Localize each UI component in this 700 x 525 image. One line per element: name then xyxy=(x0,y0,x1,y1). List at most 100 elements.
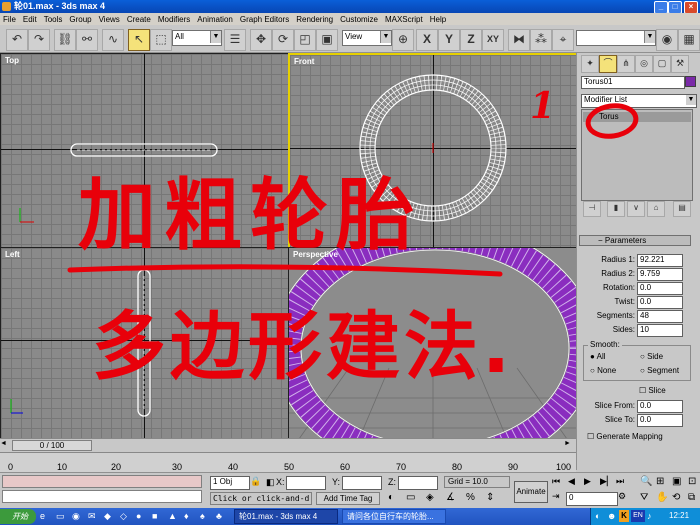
x-coord-field[interactable] xyxy=(286,476,326,490)
lock-selection-icon[interactable]: 🔒 xyxy=(250,476,261,487)
zoom-icon[interactable]: 🔍 xyxy=(640,476,652,487)
align-icon[interactable]: ⌖ xyxy=(552,29,574,51)
time-slider-thumb[interactable]: 0 / 100 xyxy=(12,440,92,451)
parameters-rollout-header[interactable]: − Parameters xyxy=(579,235,691,246)
quicklaunch-app-icon[interactable]: ▲ xyxy=(168,511,177,521)
axis-y-button[interactable]: Y xyxy=(438,29,460,51)
radius2-spinner[interactable]: 9.759 xyxy=(637,268,683,281)
pin-stack-icon[interactable]: ⊣ xyxy=(583,201,601,217)
percent-snap-icon[interactable]: % xyxy=(466,492,475,503)
play-icon[interactable]: ▶ xyxy=(584,476,591,487)
smooth-none-radio[interactable]: ○ None xyxy=(590,366,616,375)
time-slider[interactable]: ◄ 0 / 100 ► xyxy=(0,438,576,452)
absolute-mode-icon[interactable]: ◧ xyxy=(266,477,275,488)
menu-file[interactable]: File xyxy=(3,15,16,24)
reference-coordinate-dropdown[interactable]: View ▼ xyxy=(342,30,392,46)
start-button[interactable]: 开始 xyxy=(0,509,36,524)
menu-modifiers[interactable]: Modifiers xyxy=(158,15,190,24)
angle-snap-icon[interactable]: ∡ xyxy=(446,492,455,503)
next-frame-icon[interactable]: ► xyxy=(564,440,574,450)
quicklaunch-app-icon[interactable]: ■ xyxy=(152,511,157,521)
radius1-spinner[interactable]: 92.221 xyxy=(637,254,683,267)
show-end-result-icon[interactable]: ▮ xyxy=(607,201,625,217)
min-max-toggle-icon[interactable]: ⧉ xyxy=(688,492,695,503)
viewport-left[interactable]: Left xyxy=(0,247,290,440)
taskbar-item-3dsmax[interactable]: 轮01.max - 3ds max 4 xyxy=(234,509,338,524)
quicklaunch-mail-icon[interactable]: ✉ xyxy=(88,511,96,522)
mirror-icon[interactable]: ⧓ xyxy=(508,29,530,51)
animate-button[interactable]: Animate xyxy=(514,481,548,503)
zoom-extents-all-icon[interactable]: ⊡ xyxy=(688,476,696,487)
quicklaunch-app-icon[interactable]: ♣ xyxy=(216,511,222,521)
ime-icon[interactable]: K xyxy=(619,510,629,522)
display-tab-icon[interactable]: ▢ xyxy=(653,55,671,73)
arc-rotate-icon[interactable]: ⟲ xyxy=(672,492,680,503)
quicklaunch-desktop-icon[interactable]: ▭ xyxy=(56,511,65,522)
tray-icon[interactable]: ◐ xyxy=(595,511,600,521)
object-color-swatch[interactable] xyxy=(685,76,696,87)
fov-icon[interactable]: ⛛ xyxy=(640,492,648,503)
degradation-override-icon[interactable]: ▭ xyxy=(406,492,415,503)
rotation-spinner[interactable]: 0.0 xyxy=(637,282,683,295)
undo-icon[interactable]: ↶ xyxy=(6,29,28,51)
z-coord-field[interactable] xyxy=(398,476,438,490)
move-icon[interactable]: ✥ xyxy=(250,29,272,51)
menu-rendering[interactable]: Rendering xyxy=(296,15,333,24)
snap-toggle-icon[interactable]: ◈ xyxy=(426,492,434,503)
unlink-icon[interactable]: ⚯ xyxy=(76,29,98,51)
prev-frame-icon[interactable]: ◄ xyxy=(0,440,10,450)
motion-tab-icon[interactable]: ◎ xyxy=(635,55,653,73)
rotate-icon[interactable]: ⟳ xyxy=(272,29,294,51)
smooth-side-radio[interactable]: ○ Side xyxy=(640,352,663,361)
named-selection-dropdown[interactable]: ▼ xyxy=(576,30,656,46)
prev-key-icon[interactable]: ◀ xyxy=(568,476,575,487)
select-object-icon[interactable]: ↖ xyxy=(128,29,150,51)
spinner-snap-icon[interactable]: ⇕ xyxy=(486,492,494,503)
selection-filter-dropdown[interactable]: All ▼ xyxy=(172,30,222,46)
go-to-start-icon[interactable]: ⏮ xyxy=(552,476,560,487)
stack-item-torus[interactable]: Torus xyxy=(583,112,691,122)
hierarchy-tab-icon[interactable]: ⋔ xyxy=(617,55,635,73)
zoom-all-icon[interactable]: ⊞ xyxy=(656,476,664,487)
menu-maxscript[interactable]: MAXScript xyxy=(385,15,423,24)
render-icon[interactable]: ▦ xyxy=(678,29,700,51)
pan-icon[interactable]: ✋ xyxy=(656,492,668,503)
bind-spacewarp-icon[interactable]: ∿ xyxy=(102,29,124,51)
smooth-segment-radio[interactable]: ○ Segment xyxy=(640,366,679,375)
sides-spinner[interactable]: 10 xyxy=(637,324,683,337)
generate-mapping-checkbox[interactable]: ☐ Generate Mapping xyxy=(587,432,663,441)
axis-z-button[interactable]: Z xyxy=(460,29,482,51)
create-tab-icon[interactable]: ✦ xyxy=(581,55,599,73)
menu-animation[interactable]: Animation xyxy=(197,15,233,24)
time-configuration-icon[interactable]: ⚙ xyxy=(618,491,626,502)
key-mode-icon[interactable]: ⇥ xyxy=(552,491,560,502)
quicklaunch-ie-icon[interactable]: e xyxy=(40,511,45,521)
next-key-icon[interactable]: ▶▏ xyxy=(600,476,614,487)
segments-spinner[interactable]: 48 xyxy=(637,310,683,323)
viewport-perspective[interactable]: Perspective xyxy=(288,247,578,440)
maxscript-listener[interactable] xyxy=(2,475,202,488)
scale-icon[interactable]: ◰ xyxy=(294,29,316,51)
configure-sets-icon[interactable]: ▤ xyxy=(673,201,691,217)
menu-group[interactable]: Group xyxy=(69,15,91,24)
array-icon[interactable]: ⁂ xyxy=(530,29,552,51)
quicklaunch-media-icon[interactable]: ◉ xyxy=(72,511,80,522)
language-indicator[interactable]: EN xyxy=(631,510,645,522)
link-icon[interactable]: ⛓ xyxy=(54,29,76,51)
slice-checkbox[interactable]: ☐ Slice xyxy=(639,386,666,395)
select-region-icon[interactable]: ⬚ xyxy=(150,29,172,51)
y-coord-field[interactable] xyxy=(342,476,382,490)
menu-customize[interactable]: Customize xyxy=(340,15,378,24)
modify-tab-icon[interactable]: ⌒ xyxy=(599,55,617,73)
track-bar[interactable]: 0 10 20 30 40 50 60 70 80 90 100 xyxy=(0,452,576,472)
axis-xy-button[interactable]: XY xyxy=(482,29,504,51)
taskbar-item-browser[interactable]: 请问各位自行车的轮胎... xyxy=(342,509,446,524)
current-frame-field[interactable]: 0 xyxy=(566,492,618,506)
go-to-end-icon[interactable]: ⏭ xyxy=(616,476,624,487)
smooth-all-radio[interactable]: ● All xyxy=(590,352,606,361)
volume-icon[interactable]: ♪ xyxy=(647,511,652,521)
tray-icon[interactable]: ☻ xyxy=(607,511,616,521)
slice-to-spinner[interactable]: 0.0 xyxy=(637,414,683,427)
quicklaunch-app-icon[interactable]: ♠ xyxy=(200,511,205,521)
slice-from-spinner[interactable]: 0.0 xyxy=(637,400,683,413)
